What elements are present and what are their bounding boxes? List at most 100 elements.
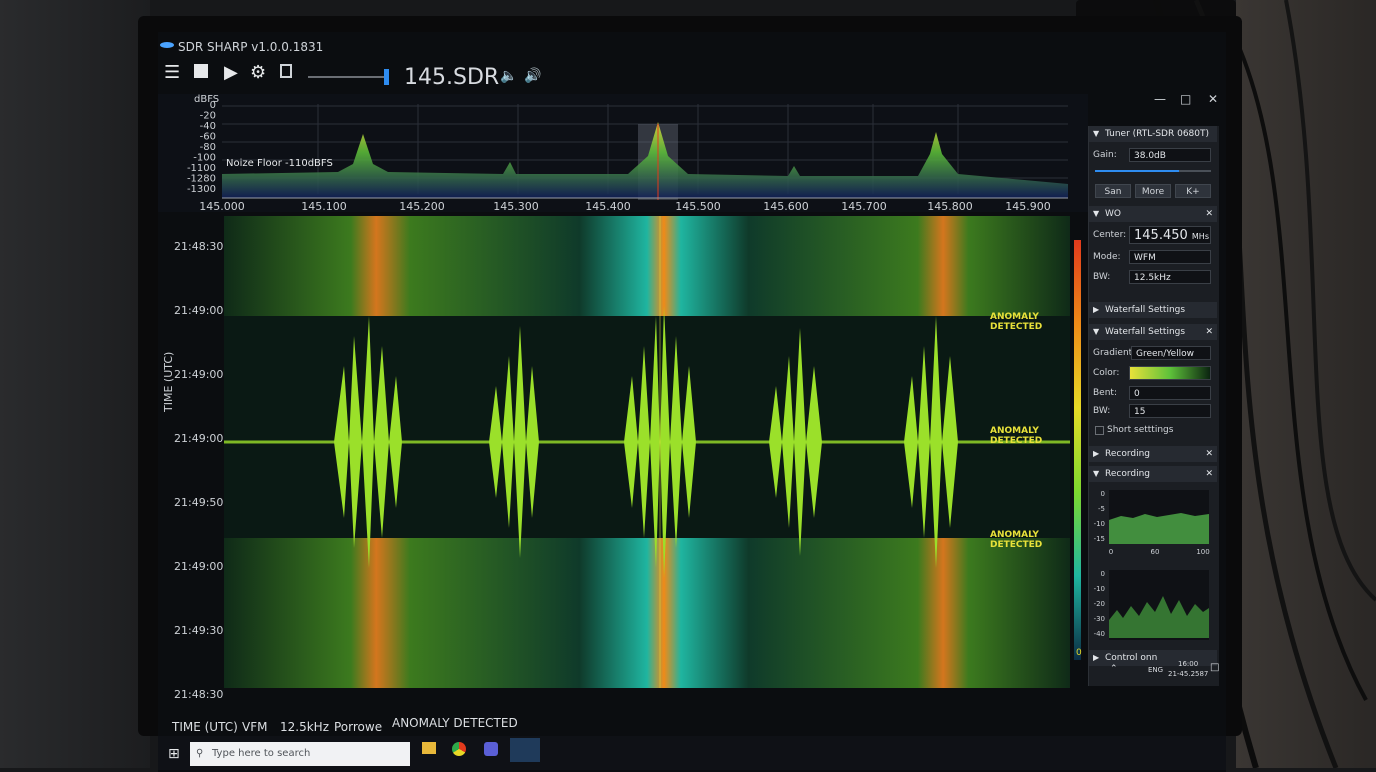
spectrum-x-tick: 145.600 [763,200,809,212]
recording-mini-chart-1: 0 -5 -10 -15 0 60 100 [1094,490,1210,556]
more-button[interactable]: More [1135,184,1171,198]
short-settings-label: Short setttings [1107,425,1174,435]
close-icon[interactable]: ✕ [1205,324,1213,340]
colorbar-zero-label: 0 [1076,648,1082,658]
mini-chart-2-y-tick: -30 [1094,615,1105,623]
chevron-right-icon: ▶ [1093,653,1100,662]
speaker-high-icon[interactable]: 🔊 [524,68,541,84]
spectrum-x-tick: 145.000 [199,200,245,212]
clipboard-icon[interactable] [280,64,292,78]
color-gradient-picker[interactable] [1129,366,1211,380]
speaker-low-icon[interactable]: 🔈 [500,68,517,84]
recording-panel-header-1[interactable]: ▶ Recording ✕ [1089,446,1217,462]
spectrum-ylabel: dBFS [194,94,220,105]
wo-panel-header[interactable]: ▼ WO ✕ [1089,206,1217,222]
chrome-icon[interactable] [452,742,466,756]
volume-slider-knob[interactable] [384,69,389,85]
tray-language[interactable]: ENG [1148,666,1163,674]
waterfall-colorbar [1074,240,1081,660]
bw-label: BW: [1093,272,1111,282]
spectrum-x-tick: 145.100 [301,200,347,212]
title-bar: SDR SHARP v1.0.0.1831 [158,36,1226,56]
gain-field[interactable]: 38.0dB [1129,148,1211,162]
bent-stepper[interactable]: 0 [1129,386,1211,400]
waterfall-plot [224,216,1070,688]
mini-chart-1-y-tick: 0 [1101,490,1105,498]
chevron-down-icon: ▼ [1093,469,1100,478]
hamburger-menu-icon[interactable]: ☰ [164,62,180,83]
spectrum-y-tick: -20 [200,111,216,122]
time-label: 21:49:00 [174,560,224,573]
app-logo-icon [160,42,174,48]
k-plus-button[interactable]: K+ [1175,184,1211,198]
mini-chart-2-y-tick: 0 [1101,570,1105,578]
san-button[interactable]: San [1095,184,1131,198]
frequency-display[interactable]: 145.SDR [404,65,499,90]
tray-date[interactable]: 21-45.2587 [1168,670,1208,678]
system-tray: ⌃ ENG 16:00 21-45.2587 □ [1106,660,1226,682]
status-bw: 12.5kHz [280,720,329,734]
bw-select[interactable]: 12.5kHz [1129,270,1211,284]
mini-chart-2-y-tick: -10 [1094,585,1105,593]
volume-slider-track[interactable] [308,76,388,78]
time-label: 21:48:30 [174,688,224,701]
time-label: 21:49:50 [174,496,224,509]
play-icon[interactable]: ▶ [224,62,238,83]
waterfall-settings-header[interactable]: ▼ Waterfall Settings ✕ [1089,324,1217,340]
toolbar: ☰ ▶ ⚙ 145.SDR 🔈 🔊 [158,60,1226,94]
tray-time[interactable]: 16:00 [1178,660,1198,668]
file-explorer-icon[interactable] [422,742,436,754]
center-frequency-field[interactable]: 145.450 MHs [1129,226,1211,244]
spectrum-x-tick: 145.800 [927,200,973,212]
spectrum-x-tick: 145.700 [841,200,887,212]
spectrum-y-tick: -100 [193,153,216,164]
gradient-label: Gradient: [1093,348,1136,358]
teams-icon[interactable] [484,742,498,756]
spectrum-y-tick: -1300 [187,184,216,195]
spectrum-plot: 0-20-40-60-80-100-1100-1280-1300 145.000… [187,100,1068,213]
gradient-select[interactable]: Green/Yellow [1131,346,1211,360]
close-icon[interactable]: ✕ [1208,92,1218,106]
bent-label: Bent: [1093,388,1117,398]
time-axis-label: TIME (UTC) [162,351,175,412]
spectrum-y-tick: -1280 [187,174,216,185]
sdr-sharp-task-icon[interactable] [510,738,540,762]
close-icon[interactable]: ✕ [1205,446,1213,462]
waterfall-bw-label: BW: [1093,406,1111,416]
gear-icon[interactable]: ⚙ [250,62,266,83]
maximize-icon[interactable]: □ [1180,92,1191,106]
notification-icon[interactable]: □ [1210,662,1219,673]
mini-chart-2-y-tick: -40 [1094,630,1105,638]
minimize-icon[interactable]: — [1154,92,1166,106]
tuner-panel-header[interactable]: ▼ Tuner (RTL-SDR 0680T) [1089,126,1217,142]
windows-start-icon[interactable]: ⊞ [168,746,180,762]
anomaly-label-middle: ANOMALY DETECTED [990,426,1043,446]
waterfall-display[interactable]: ANOMALY DETECTED ANOMALY DETECTED ANOMAL… [224,216,1070,688]
mini-chart-1-y-tick: -15 [1094,535,1105,543]
close-icon[interactable]: ✕ [1205,206,1213,222]
mini-chart-1-x-tick: 100 [1196,548,1209,556]
short-settings-checkbox[interactable] [1095,426,1104,435]
close-icon[interactable]: ✕ [1205,466,1213,482]
status-anomaly: ANOMALY DETECTED [392,716,518,730]
spectrum-x-tick: 145.400 [585,200,631,212]
recording-panel-header-2[interactable]: ▼ Recording ✕ [1089,466,1217,482]
waterfall-settings-collapsed-header[interactable]: ▶ Waterfall Settings [1089,302,1217,318]
spectrum-display[interactable]: 0 -20 -40 -60 -80 -100 -1100 -1280 -1300 145.000… [158,94,1088,213]
chevron-down-icon: ▼ [1093,129,1100,138]
mini-chart-1-y-tick: -10 [1094,520,1105,528]
spectrum-y-tick: -60 [200,132,216,143]
taskbar-search-input[interactable]: ⚲ Type here to search [190,742,410,766]
waterfall-bw-stepper[interactable]: 15 [1129,404,1211,418]
anomaly-label-bottom: ANOMALY DETECTED [990,530,1043,550]
mini-chart-1-x-ticks: 0 60 100 [1109,548,1210,556]
mini-chart-2-y-tick: -20 [1094,600,1105,608]
chevron-up-icon[interactable]: ⌃ [1110,664,1118,674]
stop-icon[interactable] [194,64,208,78]
mini-chart-1-x-tick: 0 [1109,548,1113,556]
app-screen: SDR SHARP v1.0.0.1831 ☰ ▶ ⚙ 145.SDR 🔈 🔊 … [158,32,1226,772]
spectrum-y-tick: -80 [200,142,216,153]
gain-slider-track[interactable] [1095,170,1211,172]
recording-mini-chart-2: 0 -10 -20 -30 -40 [1094,570,1209,640]
mode-select[interactable]: WFM [1129,250,1211,264]
